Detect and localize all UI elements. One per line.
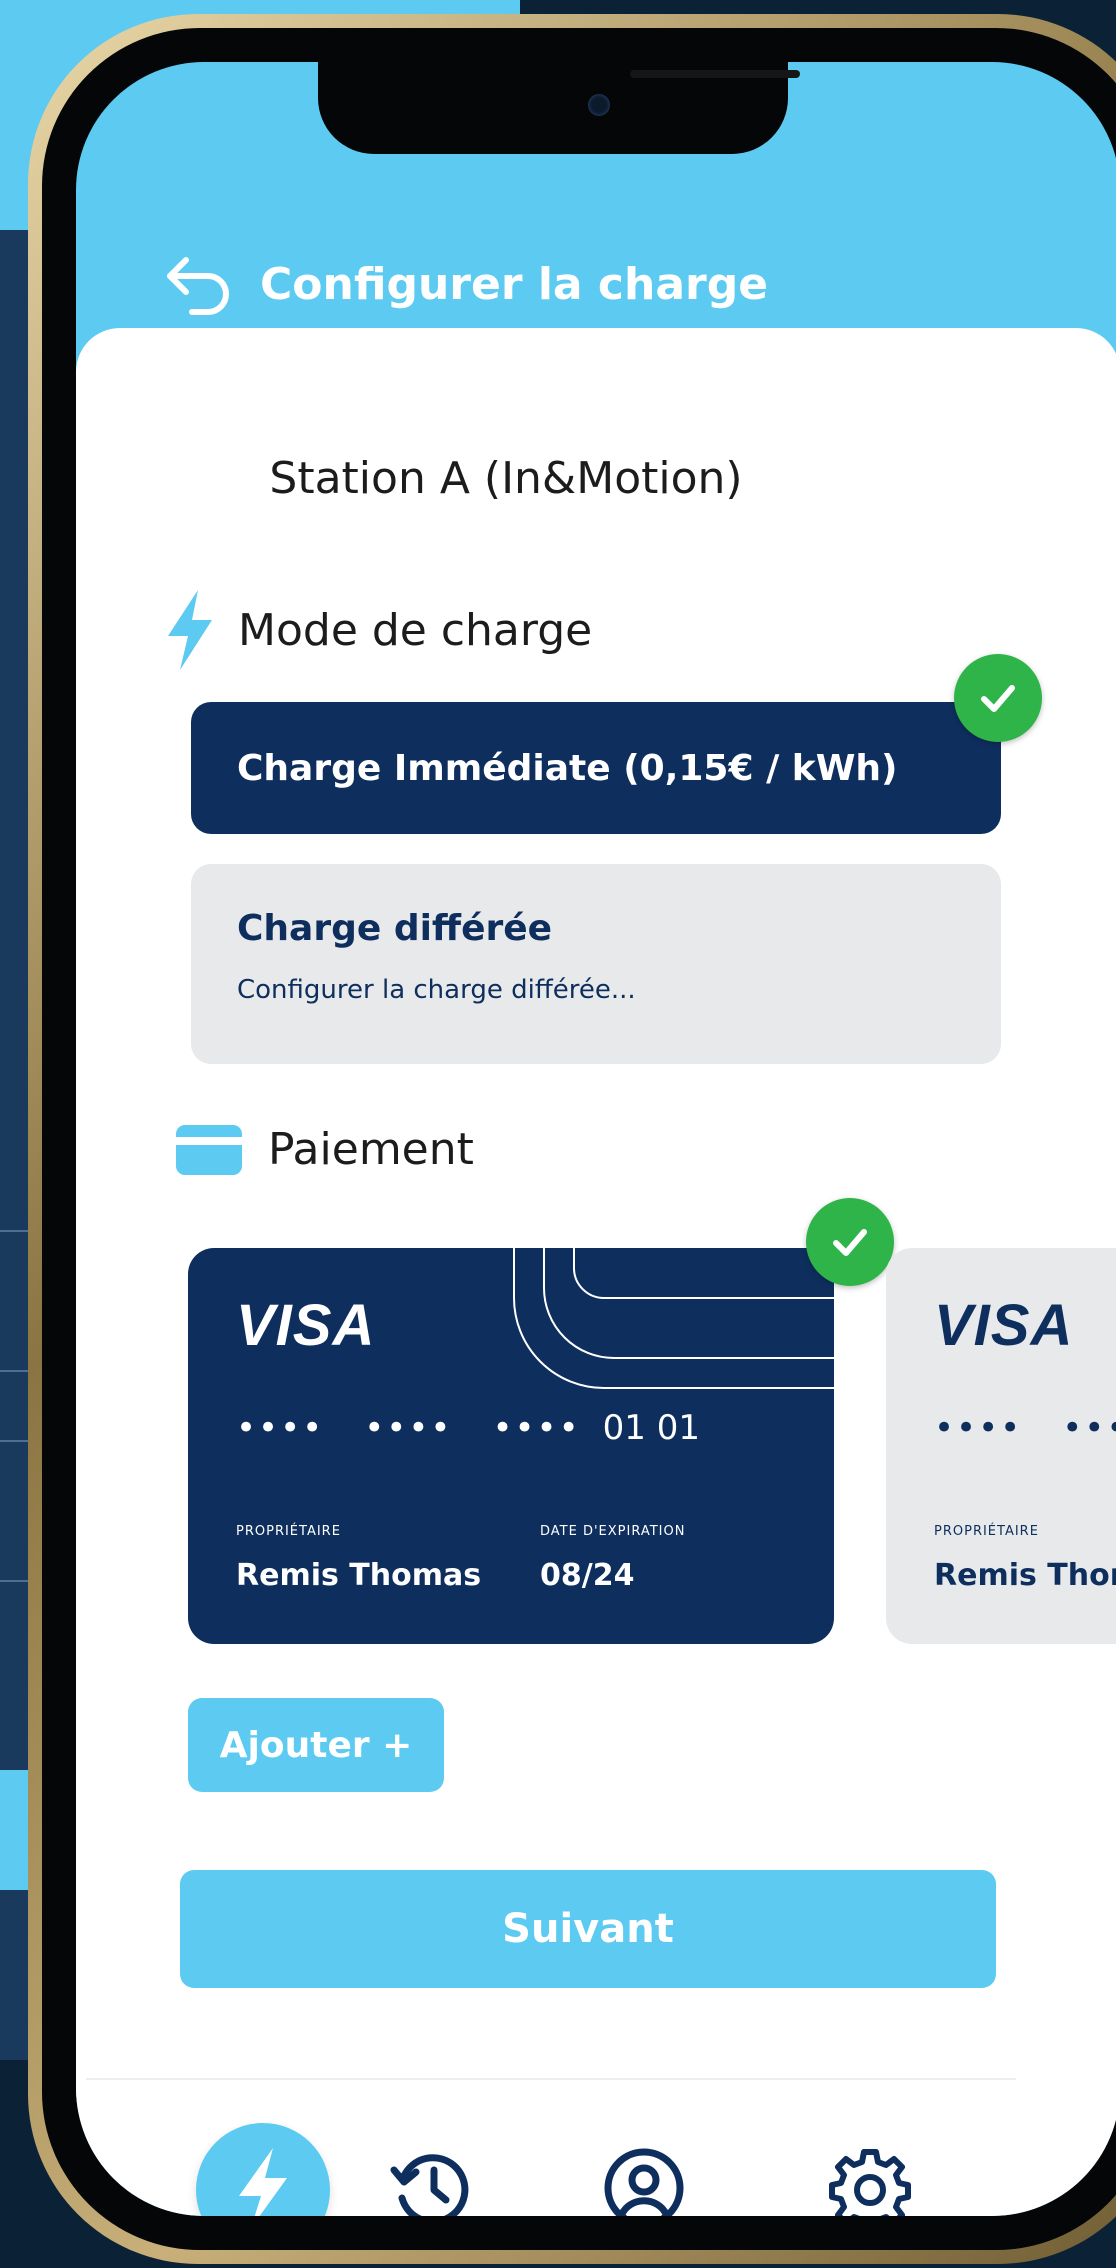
- front-camera: [588, 94, 610, 116]
- payment-card-selected[interactable]: VISA •••• •••• •••• 01 01 PROPRIÉTAIRE DATE…: [188, 1248, 834, 1644]
- nav-history[interactable]: [388, 2148, 472, 2216]
- speaker-grille: [630, 70, 800, 78]
- app-header: Configurer la charge: [162, 252, 768, 316]
- selected-check-icon: [954, 654, 1042, 742]
- bottom-nav-divider: [86, 2078, 1016, 2080]
- owner-name: Remis Thom: [934, 1558, 1116, 1593]
- next-button[interactable]: Suivant: [180, 1870, 996, 1988]
- card-number: •••• •••• •••• 01 01: [236, 1408, 700, 1448]
- nav-account[interactable]: [602, 2148, 686, 2216]
- payment-section-title: Paiement: [176, 1124, 474, 1175]
- nav-charge[interactable]: [196, 2123, 330, 2216]
- card-number: ••••••••: [934, 1408, 1116, 1448]
- mode-section-title: Mode de charge: [164, 590, 592, 670]
- selected-check-icon: [806, 1198, 894, 1286]
- immediate-charge-label: Charge Immédiate (0,15€ / kWh): [237, 747, 898, 789]
- credit-card-icon: [176, 1124, 242, 1175]
- deferred-charge-subtitle: Configurer la charge différée...: [237, 975, 636, 1005]
- expiry-date: 08/24: [540, 1558, 635, 1593]
- lightning-icon: [164, 590, 216, 670]
- deferred-charge-title: Charge différée: [237, 908, 553, 949]
- history-icon: [388, 2146, 472, 2216]
- card-decoration: [513, 1248, 834, 1389]
- expiry-label: DATE D'EXPIRATION: [540, 1524, 686, 1539]
- station-name: Station A (In&Motion): [269, 453, 743, 504]
- nav-settings[interactable]: [828, 2148, 912, 2216]
- settings-icon: [828, 2146, 912, 2216]
- add-card-button[interactable]: Ajouter +: [188, 1698, 444, 1792]
- phone-frame: Configurer la charge Station A (In&Motio…: [28, 14, 1116, 2264]
- lightning-icon: [231, 2146, 295, 2216]
- content-sheet: Station A (In&Motion) Mode de charge Cha…: [76, 328, 1116, 2216]
- deferred-charge-option[interactable]: Charge différée Configurer la charge dif…: [191, 864, 1001, 1064]
- page-title: Configurer la charge: [260, 258, 769, 310]
- account-icon: [602, 2146, 686, 2216]
- mode-section-label: Mode de charge: [238, 604, 593, 656]
- payment-card-alternate[interactable]: VISA •••••••• PROPRIÉTAIRE Remis Thom: [886, 1248, 1116, 1644]
- owner-name: Remis Thomas: [236, 1558, 482, 1593]
- card-last-digits: 01 01: [602, 1408, 700, 1448]
- phone-notch: [318, 62, 800, 154]
- back-arrow-icon[interactable]: [162, 252, 236, 316]
- app-screen: Configurer la charge Station A (In&Motio…: [76, 62, 1116, 2216]
- owner-label: PROPRIÉTAIRE: [236, 1524, 341, 1539]
- immediate-charge-option[interactable]: Charge Immédiate (0,15€ / kWh): [191, 702, 1001, 834]
- visa-logo: VISA: [934, 1293, 1074, 1358]
- owner-label: PROPRIÉTAIRE: [934, 1524, 1039, 1539]
- payment-section-label: Paiement: [268, 1124, 474, 1175]
- visa-logo: VISA: [236, 1293, 376, 1358]
